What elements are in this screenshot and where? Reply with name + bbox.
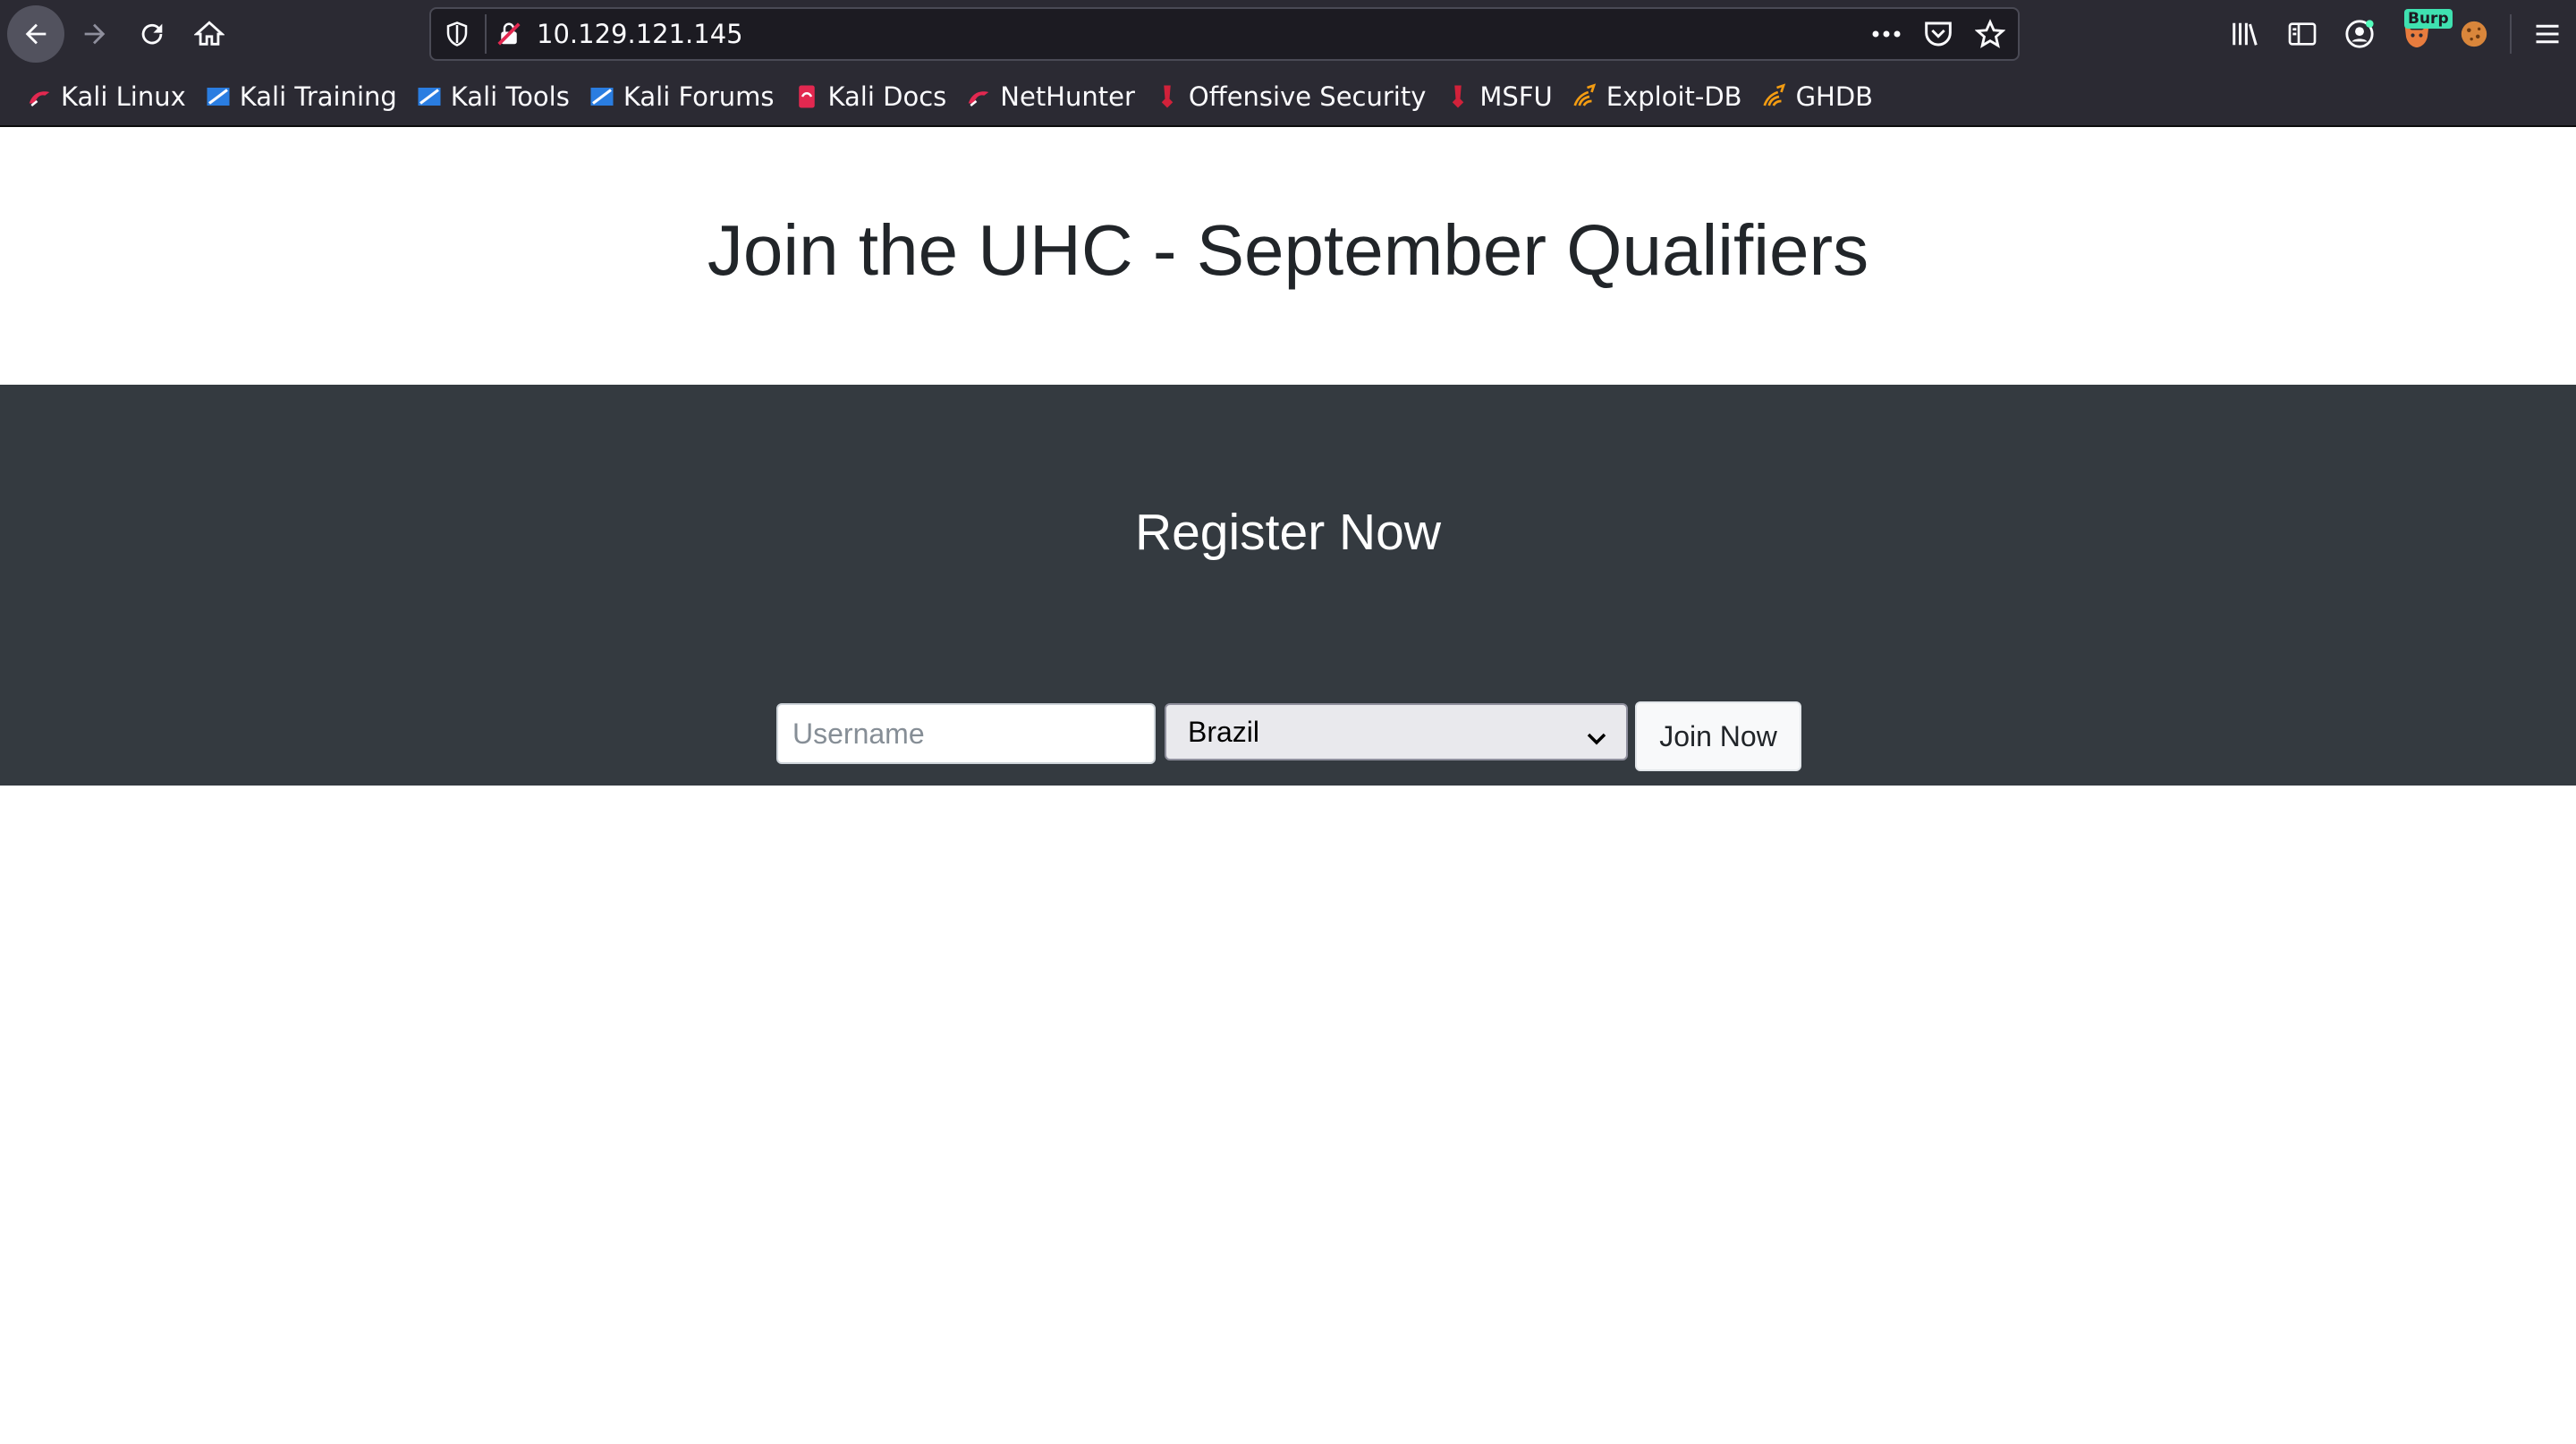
page-actions <box>1866 14 2011 54</box>
offsec-icon <box>1153 82 1182 111</box>
reload-button[interactable] <box>123 5 181 63</box>
country-select[interactable]: Brazil <box>1165 703 1628 760</box>
bookmark-label: Exploit-DB <box>1606 81 1742 112</box>
ghdb-icon <box>1760 82 1789 111</box>
address-bar[interactable]: 10.129.121.145 <box>429 7 2020 61</box>
exploitdb-icon <box>1571 82 1599 111</box>
bookmark-ghdb[interactable]: GHDB <box>1753 74 1881 119</box>
insecure-lock-icon[interactable] <box>496 20 522 53</box>
bookmark-label: NetHunter <box>1000 81 1135 112</box>
bookmark-label: Kali Docs <box>827 81 947 112</box>
pocket-icon[interactable] <box>1918 14 1959 54</box>
arrow-right-icon <box>84 23 106 45</box>
chevron-down-icon <box>1585 721 1608 754</box>
kali-training-icon <box>204 82 233 111</box>
register-heading: Register Now <box>1134 504 1442 561</box>
nethunter-icon <box>964 82 993 111</box>
msfu-icon <box>1444 82 1472 111</box>
register-section: Register Now Brazil Join Now <box>0 385 2576 786</box>
bookmark-label: Offensive Security <box>1188 81 1427 112</box>
bookmark-kali-docs[interactable]: Kali Docs <box>785 74 954 119</box>
kali-forums-icon <box>588 82 616 111</box>
bookmark-exploit-db[interactable]: Exploit-DB <box>1563 74 1750 119</box>
bookmark-label: Kali Linux <box>61 81 186 112</box>
bookmark-label: MSFU <box>1479 81 1553 112</box>
kali-docs-icon <box>792 82 821 111</box>
bookmark-star-icon[interactable] <box>1970 14 2011 54</box>
bookmark-msfu[interactable]: MSFU <box>1436 74 1559 119</box>
home-button[interactable] <box>181 5 238 63</box>
toolbar-right: Burp <box>2216 5 2576 63</box>
bookmark-kali-forums[interactable]: Kali Forums <box>580 74 782 119</box>
bookmark-kali-training[interactable]: Kali Training <box>197 74 404 119</box>
page-title: Join the UHC - September Qualifiers <box>707 210 1869 290</box>
account-button[interactable] <box>2331 5 2388 63</box>
toolbar-divider <box>2510 14 2512 54</box>
reload-icon <box>141 23 163 45</box>
more-actions-icon[interactable] <box>1866 14 1907 54</box>
sidebar-icon <box>2288 22 2317 46</box>
bookmark-kali-tools[interactable]: Kali Tools <box>408 74 577 119</box>
back-button[interactable] <box>7 5 64 63</box>
hamburger-menu-icon <box>2536 24 2559 44</box>
url-text[interactable]: 10.129.121.145 <box>537 9 743 59</box>
kali-dragon-icon <box>25 82 54 111</box>
web-page: Join the UHC - September Qualifiers Regi… <box>0 127 2576 1444</box>
bookmark-nethunter[interactable]: NetHunter <box>957 74 1142 119</box>
app-menu-button[interactable] <box>2519 5 2576 63</box>
forward-button[interactable] <box>66 5 123 63</box>
bookmark-label: Kali Training <box>239 81 397 112</box>
burp-extension-button[interactable]: Burp <box>2388 5 2453 63</box>
bookmark-kali-linux[interactable]: Kali Linux <box>18 74 193 119</box>
country-selected-value: Brazil <box>1188 715 1260 748</box>
cookie-extension-button[interactable] <box>2445 5 2503 63</box>
library-button[interactable] <box>2216 5 2274 63</box>
bookmark-label: Kali Forums <box>623 81 775 112</box>
kali-tools-icon <box>415 82 444 111</box>
home-icon <box>194 21 225 46</box>
join-now-button[interactable]: Join Now <box>1635 701 1801 771</box>
account-icon <box>2345 20 2374 48</box>
arrow-left-icon <box>25 23 47 45</box>
cookie-icon <box>2461 21 2487 47</box>
bookmark-offensive-security[interactable]: Offensive Security <box>1146 74 1434 119</box>
sidebar-button[interactable] <box>2274 5 2331 63</box>
browser-toolbar: 10.129.121.145 Burp <box>0 0 2576 68</box>
bookmarks-bar: Kali Linux Kali Training Kali Tools Kali… <box>0 68 2576 127</box>
tracking-shield-icon[interactable] <box>444 20 470 53</box>
username-input[interactable] <box>776 703 1156 764</box>
library-icon <box>2233 22 2258 46</box>
urlbar-divider <box>485 14 487 54</box>
bookmark-label: Kali Tools <box>450 81 570 112</box>
bookmark-label: GHDB <box>1795 81 1874 112</box>
